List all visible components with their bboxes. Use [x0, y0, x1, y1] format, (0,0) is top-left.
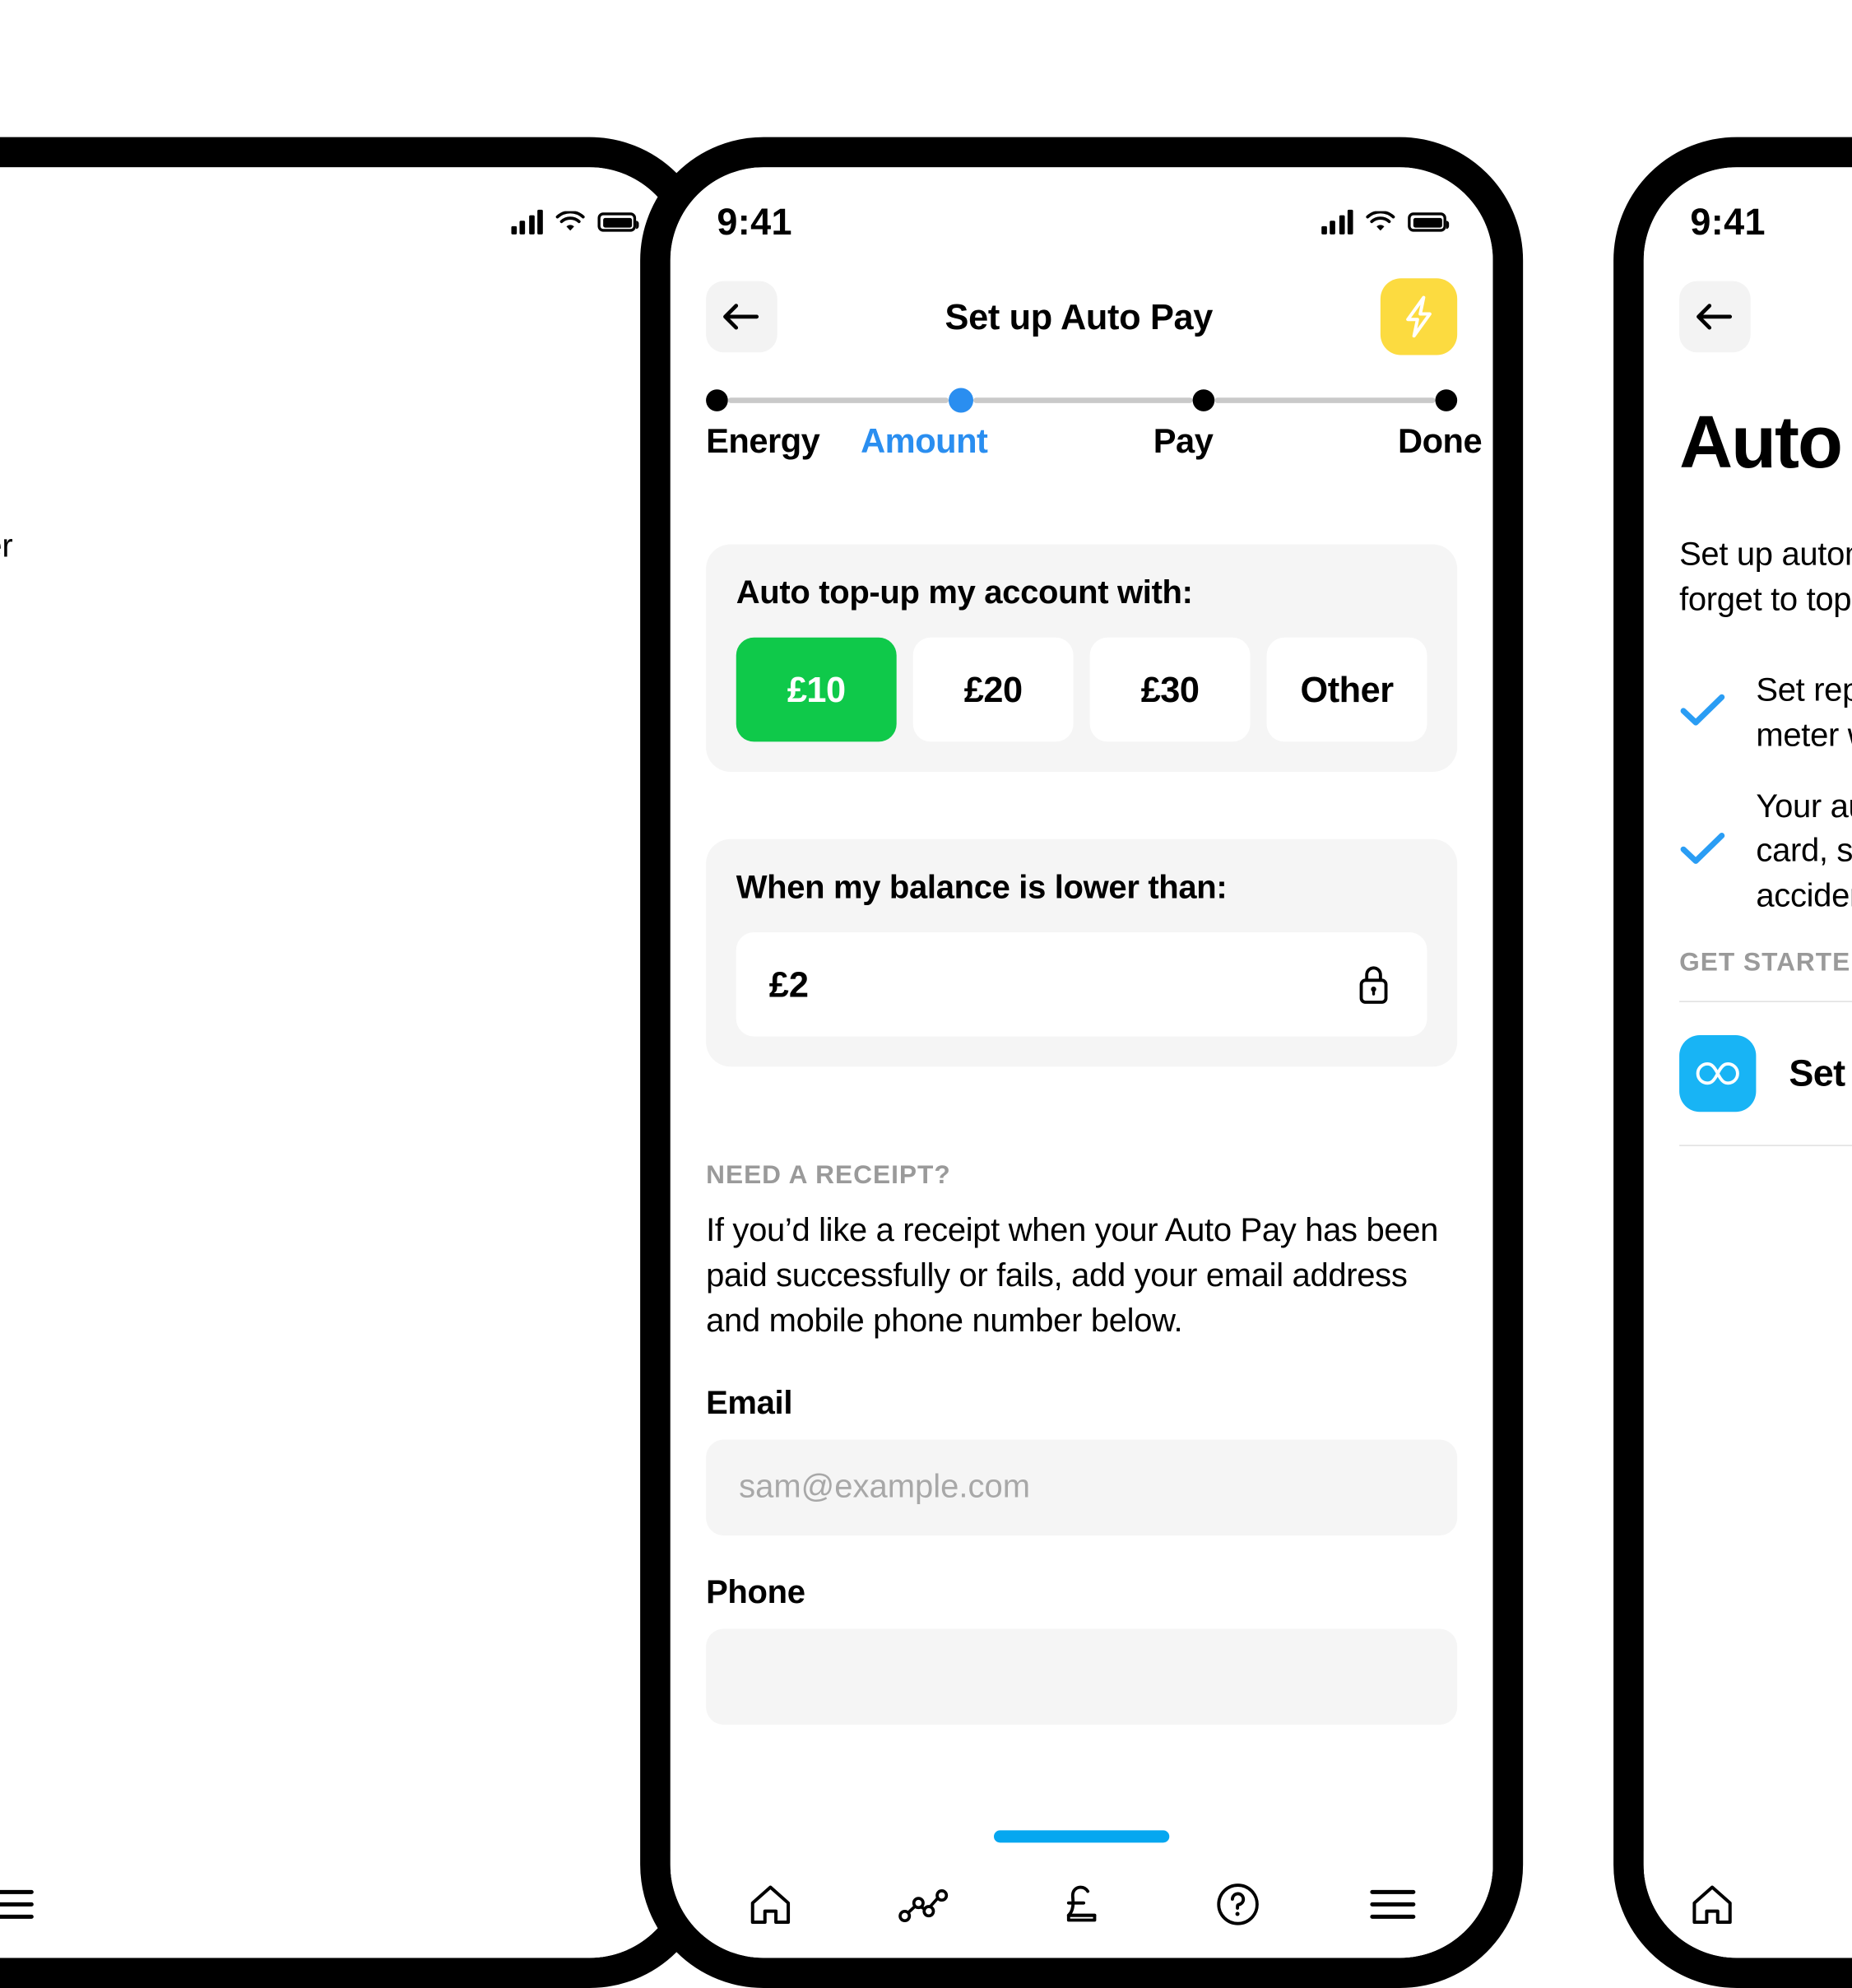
receipt-description: If you’d like a receipt when your Auto P…	[706, 1211, 1439, 1340]
nav-header-right: Auto Pay	[1644, 274, 1852, 359]
arrow-left-icon	[723, 304, 759, 330]
phone-right: 9:41 Auto Pay Auto Pay Set up automatic …	[1613, 137, 1852, 1988]
left-paragraph-1: c PAYG top-ups so you never when your ba…	[0, 527, 13, 565]
status-bar-middle: 9:41	[671, 195, 1493, 250]
pound-icon	[1066, 1885, 1097, 1922]
phone-left-screen: Auto Pay c PAYG top-ups so you never whe…	[0, 167, 683, 1958]
signal-bars-icon	[1321, 209, 1353, 235]
step-label-pay: Pay	[1153, 422, 1214, 461]
get-started-label: GET STARTED	[1679, 949, 1852, 978]
step-line-3	[1214, 397, 1436, 403]
step-dot-pay[interactable]	[1193, 389, 1215, 411]
step-dot-energy[interactable]	[706, 389, 728, 411]
tab-usage[interactable]	[888, 1866, 964, 1943]
wifi-icon	[1366, 211, 1395, 231]
phone-right-screen: 9:41 Auto Pay Auto Pay Set up automatic …	[1643, 167, 1852, 1958]
step-label-done: Done	[1398, 422, 1483, 461]
step-dot-amount[interactable]	[948, 388, 973, 413]
tab-menu[interactable]	[0, 1866, 49, 1943]
left-body-text: c PAYG top-ups so you never when your ba…	[0, 523, 647, 923]
left-paragraph-2: op-ups for your PAYG your balance reache…	[0, 658, 647, 749]
amount-option-20[interactable]: £20	[912, 637, 1074, 742]
status-time: 9:41	[1690, 201, 1766, 243]
lock-icon	[1359, 966, 1388, 1004]
check-icon	[1679, 693, 1726, 736]
step-line-2	[972, 397, 1194, 403]
signal-bars-icon	[510, 209, 543, 235]
lightning-bolt-icon	[1406, 295, 1432, 338]
list-item-set-up-auto-pay[interactable]: Set up Auto Pay	[1679, 1002, 1852, 1145]
topup-amount-card: Auto top-up my account with: £10 £20 £30…	[706, 544, 1458, 773]
nav-header-left: Auto Pay	[0, 274, 683, 359]
amount-option-30[interactable]: £30	[1089, 637, 1251, 742]
page-title: Auto Pay	[0, 295, 647, 338]
infinity-icon	[1679, 1035, 1757, 1112]
usage-graph-icon	[898, 1889, 949, 1923]
balance-threshold-value: £2	[768, 963, 809, 1005]
phone-input[interactable]	[706, 1628, 1458, 1726]
tab-bar-left	[0, 1851, 683, 1958]
stepper-labels: Energy Amount Pay Done	[706, 422, 1483, 461]
tab-payments[interactable]	[1043, 1866, 1120, 1943]
tab-help[interactable]	[1199, 1866, 1275, 1943]
status-icons	[510, 209, 639, 235]
status-bar-left	[0, 195, 683, 250]
arrow-left-icon	[1697, 304, 1733, 330]
wifi-icon	[555, 211, 585, 231]
status-time: 9:41	[717, 201, 792, 243]
right-content: Auto Pay Set up automatic PAYG top-u for…	[1679, 401, 1852, 1147]
step-dot-done[interactable]	[1435, 389, 1458, 411]
back-button[interactable]	[706, 281, 777, 353]
tab-bar-middle	[670, 1851, 1493, 1958]
step-label-amount: Amount	[861, 422, 988, 461]
status-bar-right: 9:41	[1644, 195, 1852, 250]
hamburger-menu-icon	[1370, 1889, 1416, 1919]
step-line-1	[727, 397, 949, 403]
tab-home[interactable]	[1673, 1866, 1750, 1943]
email-label: Email	[706, 1385, 793, 1423]
tab-bar-right	[1643, 1851, 1852, 1958]
tab-menu[interactable]	[1354, 1866, 1431, 1943]
left-paragraph-3: op-up is paid with your bank ll never go…	[0, 787, 647, 924]
page-title: Set up Auto Pay	[945, 295, 1214, 337]
amount-option-10[interactable]: £10	[736, 637, 897, 742]
page-title: Auto Pay	[1751, 295, 1852, 338]
progress-stepper: Energy Amount Pay Done	[706, 387, 1483, 462]
receipt-section: NEED A RECEIPT? If you’d like a receipt …	[706, 1161, 1458, 1726]
status-icons	[1321, 209, 1450, 235]
auto-pay-heading: Auto Pay	[1679, 402, 1852, 485]
balance-threshold-title: When my balance is lower than:	[736, 869, 1228, 907]
topup-amount-title: Auto top-up my account with:	[736, 574, 1193, 612]
home-icon	[1692, 1885, 1732, 1925]
amount-option-other[interactable]: Other	[1266, 637, 1427, 742]
benefit-text: Your auto top-up is paid card, so you’ll…	[1756, 788, 1852, 914]
benefits-list: Set repeat top-ups for yo meter when you…	[1679, 669, 1852, 918]
benefit-item: Set repeat top-ups for yo meter when you…	[1679, 669, 1852, 758]
home-icon	[750, 1885, 790, 1925]
phone-left: Auto Pay c PAYG top-ups so you never whe…	[0, 137, 713, 1988]
benefit-item: Your auto top-up is paid card, so you’ll…	[1679, 786, 1852, 919]
amount-options: £10 £20 £30 Other	[736, 637, 1427, 742]
battery-icon	[1408, 212, 1450, 232]
balance-threshold-field[interactable]: £2	[736, 932, 1427, 1037]
help-circle-icon	[1216, 1883, 1259, 1925]
tab-home[interactable]	[731, 1866, 808, 1943]
benefit-text: Set repeat top-ups for yo meter when you…	[1756, 671, 1852, 754]
phone-middle-screen: 9:41 Set up Auto Pay Energy Amount Pay D…	[670, 167, 1493, 1958]
lightning-bolt-button[interactable]	[1380, 278, 1458, 355]
auto-pay-intro: Set up automatic PAYG top-u forget to to…	[1679, 536, 1852, 619]
receipt-eyebrow: NEED A RECEIPT?	[706, 1161, 951, 1191]
phone-middle: 9:41 Set up Auto Pay Energy Amount Pay D…	[640, 137, 1524, 1988]
stepper-track	[706, 387, 1458, 414]
balance-threshold-card: When my balance is lower than: £2	[706, 838, 1458, 1067]
battery-icon	[597, 212, 639, 232]
nav-header-middle: Set up Auto Pay	[671, 274, 1493, 359]
home-indicator	[993, 1830, 1170, 1843]
divider-bottom	[1679, 1145, 1852, 1147]
phone-label: Phone	[706, 1574, 805, 1612]
check-icon	[1679, 831, 1726, 874]
list-item-label: Set up Auto Pay	[1789, 1052, 1852, 1094]
email-input[interactable]	[706, 1440, 1458, 1536]
back-button[interactable]	[1679, 281, 1751, 353]
